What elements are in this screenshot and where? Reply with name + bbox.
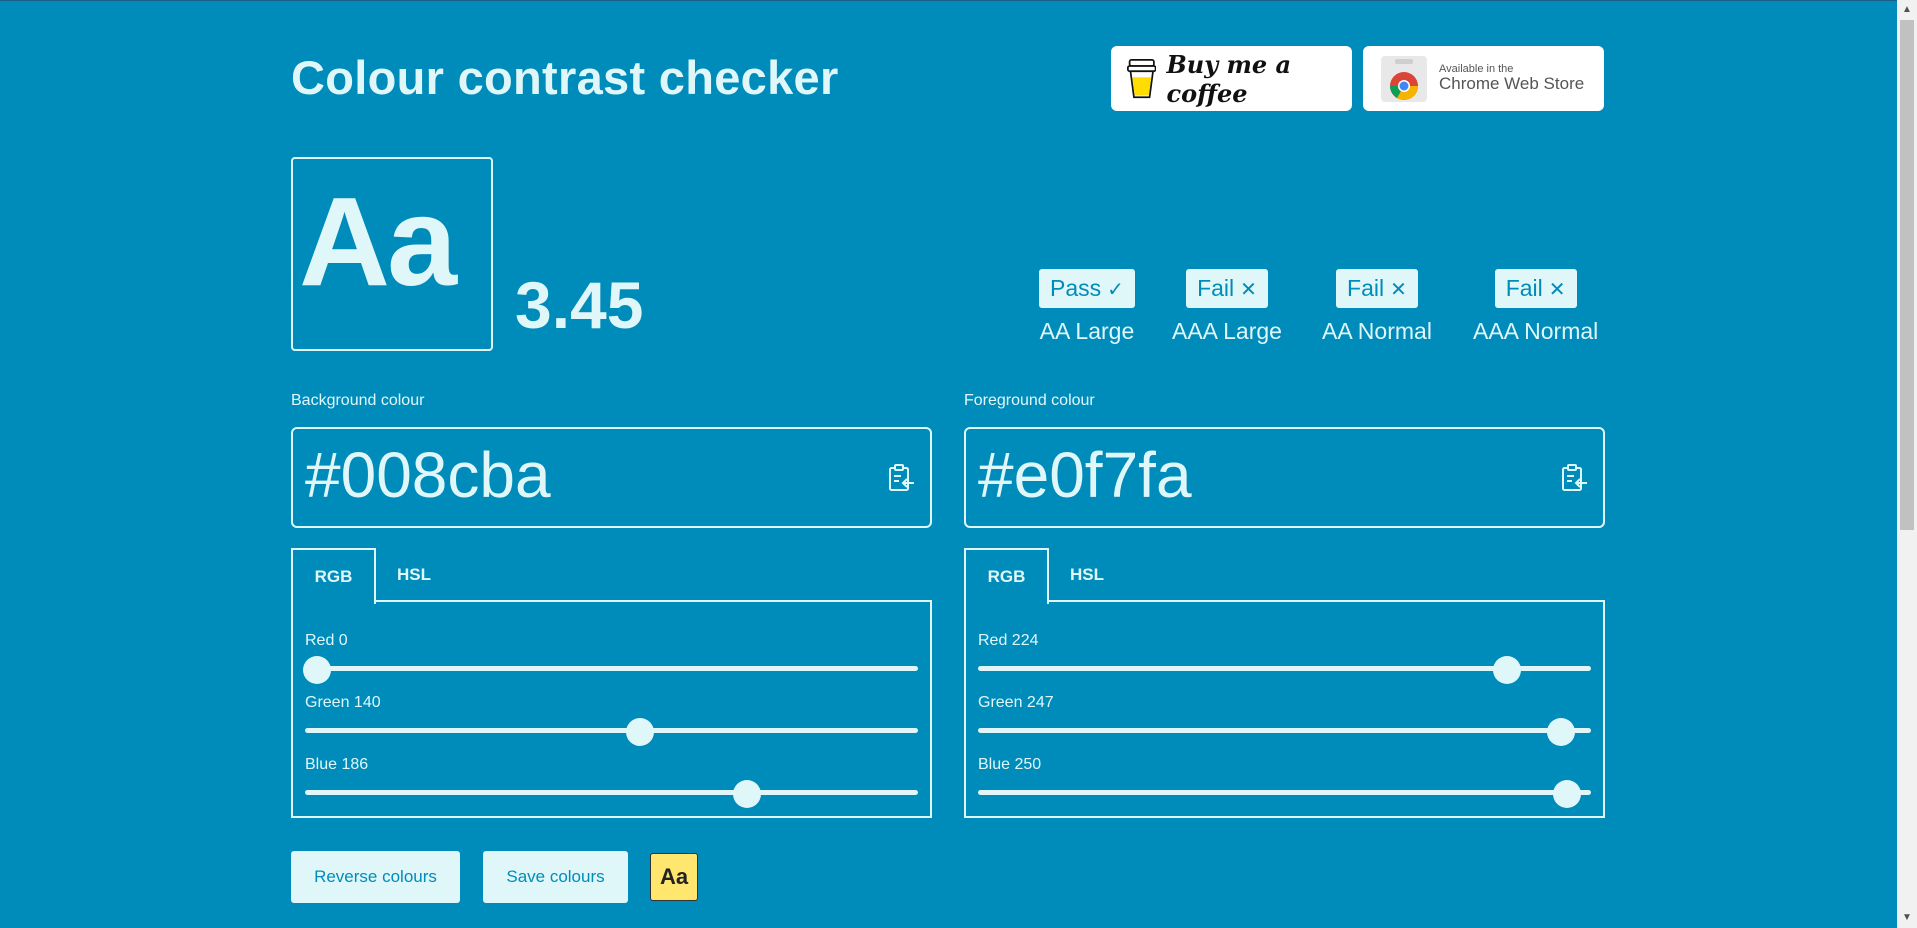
status-badge: Fail ✕: [1494, 269, 1577, 308]
level-aa-normal: Fail ✕ AA Normal: [1322, 269, 1432, 345]
text-preview-box: Aa: [291, 157, 493, 351]
red-slider-row: Red 224: [978, 632, 1591, 684]
slider-label: Green 140: [305, 694, 381, 711]
level-label: AAA Normal: [1473, 318, 1599, 344]
slider-thumb[interactable]: [1553, 780, 1582, 808]
slider-thumb[interactable]: [1493, 656, 1522, 684]
level-label: AA Normal: [1322, 318, 1432, 344]
chrome-web-store-button[interactable]: Available in the Chrome Web Store: [1363, 46, 1604, 111]
chrome-store-big: Chrome Web Store: [1439, 74, 1585, 94]
level-label: AAA Large: [1172, 318, 1282, 344]
tab-hsl[interactable]: HSL: [1047, 548, 1127, 601]
save-colours-button[interactable]: Save colours: [483, 851, 628, 903]
foreground-hex-input[interactable]: #e0f7fa: [964, 427, 1605, 528]
clipboard-paste-icon[interactable]: [886, 463, 916, 493]
slider-thumb[interactable]: [303, 656, 331, 684]
slider-label: Green 247: [978, 694, 1054, 711]
status-badge: Pass ✓: [1039, 269, 1135, 308]
coffee-label: Buy me a coffee: [1166, 49, 1292, 108]
status-text: Pass: [1050, 275, 1102, 301]
slider-track[interactable]: [978, 728, 1591, 733]
slider-track[interactable]: [305, 728, 918, 733]
blue-slider-row: Blue 250: [978, 756, 1591, 808]
preview-sample-text: Aa: [299, 171, 457, 312]
level-aa-large: Pass ✓ AA Large: [1039, 269, 1135, 345]
status-badge: Fail ✕: [1186, 269, 1268, 308]
scroll-down-arrow-icon[interactable]: ▼: [1897, 908, 1917, 928]
level-aaa-normal: Fail ✕ AAA Normal: [1473, 269, 1598, 345]
slider-thumb[interactable]: [1546, 718, 1575, 746]
blue-slider-row: Blue 186: [305, 756, 918, 808]
tab-rgb[interactable]: RGB: [964, 548, 1049, 604]
level-label: AA Large: [1039, 318, 1135, 344]
contrast-ratio: 3.45: [515, 268, 644, 342]
green-slider-row: Green 140: [305, 694, 918, 746]
status-text: Fail: [1197, 275, 1235, 301]
scrollbar-thumb[interactable]: [1900, 20, 1914, 530]
foreground-colour-label: Foreground colour: [964, 392, 1095, 409]
buy-me-a-coffee-button[interactable]: Buy me a coffee: [1111, 46, 1352, 111]
red-slider-row: Red 0: [303, 632, 918, 684]
background-colour-tabs: RGB HSL Red 0 Green 140 Blue 186: [291, 548, 932, 818]
slider-track[interactable]: [305, 790, 918, 795]
rgb-panel: Red 0 Green 140 Blue 186: [291, 600, 932, 818]
text-sample-toggle-button[interactable]: Aa: [650, 853, 698, 901]
slider-track[interactable]: [978, 790, 1591, 795]
background-hex-input[interactable]: #008cba: [291, 427, 932, 528]
slider-label: Red 0: [305, 632, 348, 649]
slider-thumb[interactable]: [732, 780, 761, 808]
slider-label: Blue 186: [305, 756, 369, 773]
cross-icon: ✕: [1548, 279, 1566, 301]
foreground-hex-value[interactable]: #e0f7fa: [978, 443, 1192, 507]
cross-icon: ✕: [1390, 279, 1407, 301]
level-aaa-large: Fail ✕ AAA Large: [1172, 269, 1282, 345]
green-slider-row: Green 247: [978, 694, 1591, 746]
slider-label: Blue 250: [978, 756, 1042, 773]
chrome-logo-icon: [1381, 55, 1427, 102]
status-text: Fail: [1347, 275, 1385, 301]
clipboard-paste-icon[interactable]: [1559, 463, 1589, 493]
vertical-scrollbar[interactable]: ▲ ▼: [1897, 0, 1917, 928]
background-hex-value[interactable]: #008cba: [305, 443, 551, 507]
slider-thumb[interactable]: [626, 718, 655, 746]
check-icon: ✓: [1107, 279, 1124, 301]
chrome-store-text: Available in the Chrome Web Store: [1439, 63, 1585, 94]
status-text: Fail: [1505, 275, 1543, 301]
status-badge: Fail ✕: [1336, 269, 1418, 308]
coffee-cup-icon: [1127, 58, 1157, 98]
page-title: Colour contrast checker: [291, 51, 839, 104]
tab-hsl[interactable]: HSL: [374, 548, 454, 601]
cross-icon: ✕: [1240, 279, 1257, 301]
rgb-panel: Red 224 Green 247 Blue 250: [964, 600, 1605, 818]
slider-track[interactable]: [305, 666, 918, 671]
tab-rgb[interactable]: RGB: [291, 548, 376, 604]
reverse-colours-button[interactable]: Reverse colours: [291, 851, 460, 903]
background-colour-label: Background colour: [291, 392, 425, 409]
page-container: Colour contrast checker Buy me a coffee …: [291, 0, 1605, 928]
slider-label: Red 224: [978, 632, 1039, 649]
scroll-up-arrow-icon[interactable]: ▲: [1897, 0, 1917, 20]
foreground-colour-tabs: RGB HSL Red 224 Green 247 Blue 250: [964, 548, 1605, 818]
